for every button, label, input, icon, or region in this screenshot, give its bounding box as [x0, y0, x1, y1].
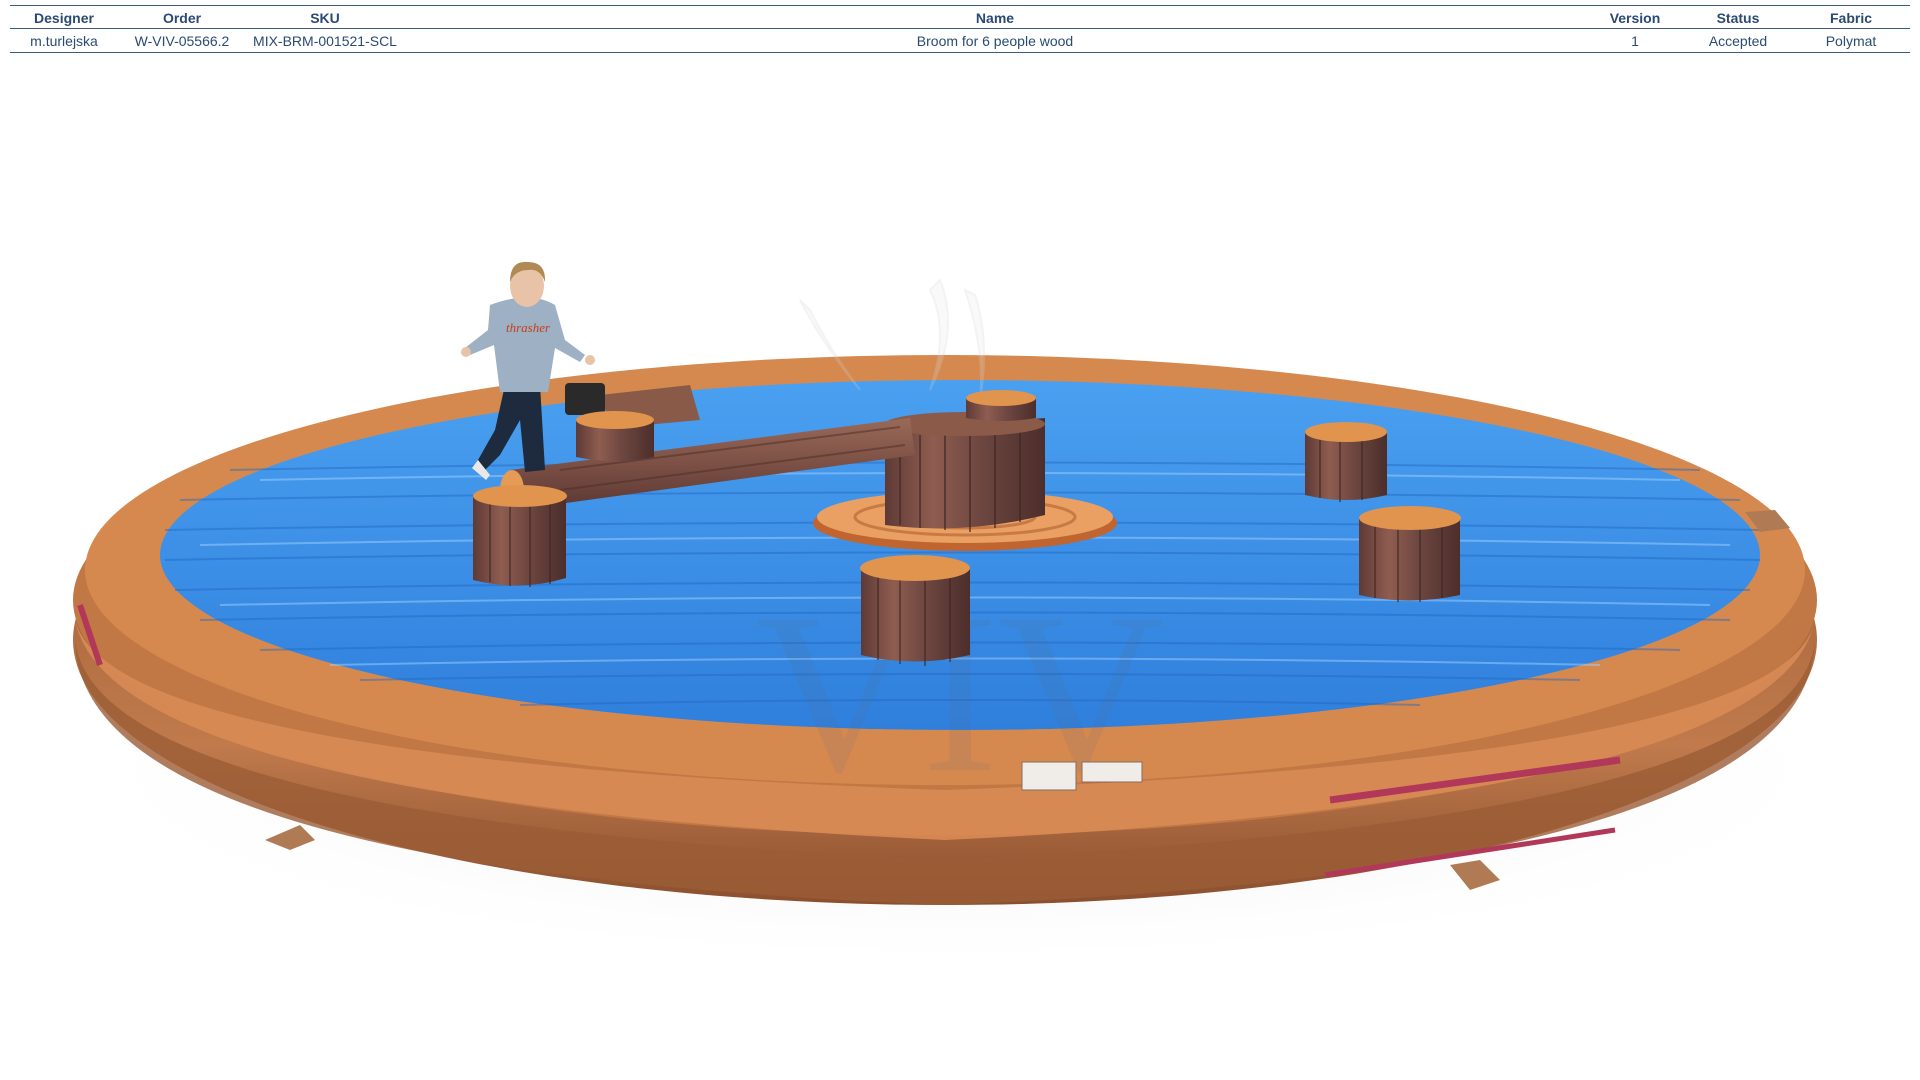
stump [860, 555, 970, 666]
cell-sku: MIX-BRM-001521-SCL [246, 28, 404, 53]
cell-designer: m.turlejska [10, 28, 118, 53]
header-version: Version [1586, 5, 1684, 29]
warning-label [1081, 761, 1143, 783]
header-name: Name [404, 5, 1586, 29]
header-designer: Designer [10, 5, 118, 29]
header-sku: SKU [246, 5, 404, 29]
stump [576, 411, 654, 461]
product-spec-table: Designer Order SKU Name Version Status F… [10, 5, 1910, 53]
motor-unit [565, 383, 605, 415]
shirt-print: thrasher [506, 320, 551, 335]
header-status: Status [1684, 5, 1792, 29]
cell-order: W-VIV-05566.2 [118, 28, 246, 53]
stump [966, 390, 1036, 421]
spec-data-row: m.turlejska W-VIV-05566.2 MIX-BRM-001521… [10, 28, 1910, 53]
stump [473, 485, 567, 587]
spec-header-row: Designer Order SKU Name Version Status F… [10, 5, 1910, 29]
product-render: VIV thrasher [0, 60, 1920, 1080]
stump [1305, 422, 1387, 502]
cell-status: Accepted [1684, 28, 1792, 53]
cell-fabric: Polymat [1792, 28, 1910, 53]
cell-name: Broom for 6 people wood [404, 28, 1586, 53]
warning-label [1021, 761, 1077, 791]
header-fabric: Fabric [1792, 5, 1910, 29]
stump [1359, 506, 1461, 602]
cell-version: 1 [1586, 28, 1684, 53]
header-order: Order [118, 5, 246, 29]
